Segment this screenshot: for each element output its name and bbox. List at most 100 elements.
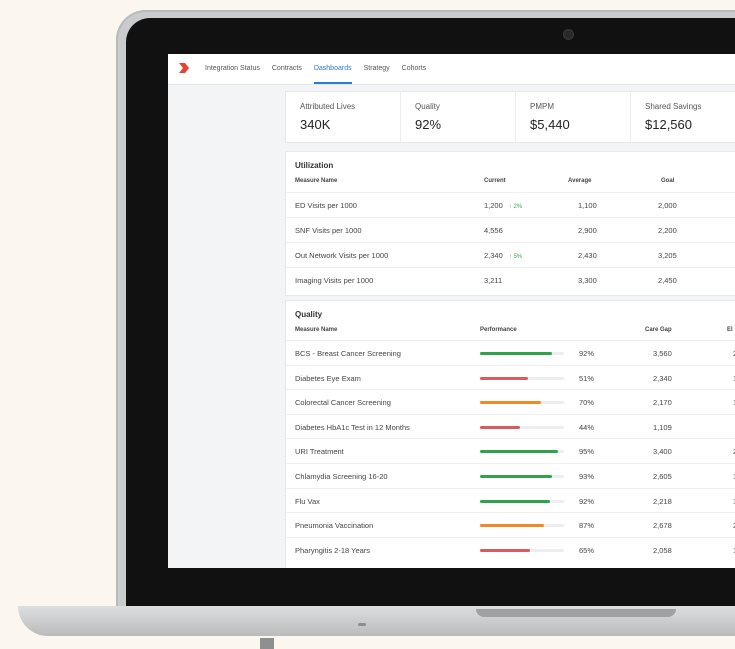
trend-up-badge: ↑ 5% (508, 254, 523, 260)
average-value: 3,300 (578, 276, 597, 285)
util-col-measure-name: Measure Name (295, 178, 338, 184)
quality-col-care-gap: Care Gap (645, 327, 672, 333)
goal-value: 3,205 (658, 251, 677, 260)
kpi-label: PMPM (530, 102, 554, 111)
app-screen: Integration Status Contracts Dashboards Str… (168, 54, 735, 568)
trend-up-badge: ↑ 2% (508, 204, 523, 210)
measure-name: Diabetes Eye Exam (295, 373, 361, 383)
table-row[interactable]: Diabetes Eye Exam51%2,3401 (286, 364, 735, 390)
care-gap-value: 3,400 (653, 447, 672, 457)
kpi-summary-card: Attributed Lives 340K Quality 92% PMPM $5,440… (285, 91, 735, 143)
current-value: 4,556 (484, 226, 503, 235)
performance-bar (480, 376, 564, 380)
care-gap-value: 2,678 (653, 521, 672, 531)
measure-name: SNF Visits per 1000 (295, 226, 362, 235)
webcam-icon (563, 29, 574, 40)
performance-bar (480, 425, 564, 429)
performance-percent: 95% (579, 447, 595, 457)
utilization-title: Utilization (295, 161, 334, 170)
average-value: 1,100 (578, 201, 597, 210)
performance-bar-fill (480, 425, 521, 429)
top-navigation: Integration Status Contracts Dashboards Str… (168, 54, 735, 85)
quality-panel: Quality Measure Name Performance Care Ga… (285, 300, 735, 568)
performance-bar-fill (480, 376, 528, 380)
performance-bar-fill (480, 352, 553, 355)
kpi-value: 92% (415, 117, 442, 132)
quality-col-performance: Performance (480, 327, 517, 333)
performance-bar-fill (480, 401, 542, 405)
table-row[interactable]: Diabetes HbA1c Test in 12 Months 44% 1,109 (286, 413, 735, 439)
measure-name: URI Treatment (295, 447, 344, 457)
current-cell: 1,200 ↑ 2% (484, 201, 522, 210)
performance-bar (480, 450, 564, 454)
care-gap-value: 2,058 (653, 545, 672, 555)
table-row[interactable]: Flu Vax92%2,2181 (286, 487, 735, 513)
measure-name: Diabetes HbA1c Test in 12 Months (295, 422, 410, 432)
tab-integration-status[interactable]: Integration Status (205, 54, 260, 82)
measure-name: Chlamydia Screening 16-20 (295, 472, 388, 481)
table-row[interactable]: URI Treatment95%3,4002 (286, 438, 735, 463)
table-row[interactable]: Pneumonia Vaccination87%2,6782 (286, 512, 735, 537)
current-cell: 4,556 (484, 226, 503, 235)
kpi-value: $12,560 (645, 117, 692, 132)
performance-bar-fill (480, 475, 553, 478)
measure-name: Colorectal Cancer Screening (295, 398, 391, 408)
nav-tab-list: Integration Status Contracts Dashboards Str… (205, 54, 426, 84)
performance-bar-fill (480, 548, 530, 552)
laptop-stand-shadow (260, 638, 274, 649)
quality-col-eligible: El (727, 327, 733, 333)
table-row[interactable]: ED Visits per 1000 1,200 ↑ 2% 1,100 2,000 (286, 192, 735, 217)
tab-dashboards[interactable]: Dashboards (313, 54, 352, 84)
kpi-tile: PMPM $5,440 (516, 92, 631, 142)
kpi-tile: Quality 92% (401, 92, 516, 142)
care-gap-value: 2,605 (653, 472, 672, 481)
utilization-panel: Utilization Measure Name Current Average… (285, 151, 735, 296)
chevron-logo-icon[interactable] (178, 62, 190, 74)
kpi-tile: Shared Savings $12,560 (631, 92, 735, 142)
goal-value: 2,450 (658, 276, 677, 285)
care-gap-value: 3,560 (653, 349, 672, 358)
performance-bar (480, 475, 564, 478)
table-row[interactable]: Colorectal Cancer Screening70%2,1701 (286, 389, 735, 414)
table-row[interactable]: BCS - Breast Cancer Screening92%3,5602 (286, 340, 735, 365)
current-cell: 3,211 (484, 276, 502, 285)
kpi-value: 340K (300, 117, 331, 132)
table-row[interactable]: SNF Visits per 1000 4,556 2,900 2,200 (286, 217, 735, 242)
table-row[interactable]: Chlamydia Screening 16-2093%2,6051 (286, 463, 735, 488)
table-row[interactable]: Pharyngitis 2-18 Years65%2,0581 (286, 536, 735, 562)
performance-bar-fill (480, 499, 550, 503)
performance-percent: 51% (579, 373, 595, 383)
goal-value: 2,000 (658, 201, 677, 210)
care-gap-value: 2,170 (653, 398, 672, 408)
quality-title: Quality (295, 310, 323, 319)
current-value: 2,340 (484, 251, 503, 260)
laptop-hinge (476, 609, 676, 617)
measure-name: Imaging Visits per 1000 (295, 276, 374, 285)
kpi-label: Shared Savings (645, 102, 702, 111)
performance-bar-fill (480, 450, 559, 454)
measure-name: Pharyngitis 2-18 Years (295, 545, 371, 555)
average-value: 2,430 (578, 251, 597, 260)
care-gap-value: 1,109 (653, 422, 672, 432)
tab-strategy[interactable]: Strategy (364, 54, 390, 82)
kpi-label: Attributed Lives (300, 102, 356, 111)
current-value: 1,200 (484, 201, 503, 210)
kpi-value: $5,440 (530, 117, 570, 132)
laptop-base-indicator (358, 623, 366, 626)
current-cell: 2,340 ↑ 5% (484, 251, 522, 260)
performance-bar (480, 352, 564, 355)
table-row[interactable]: Out Network Visits per 1000 2,340 ↑ 5% 2,43… (286, 242, 735, 267)
table-row[interactable]: Imaging Visits per 1000 3,211 3,300 2,450 (286, 267, 735, 292)
measure-name: Pneumonia Vaccination (295, 521, 374, 531)
measure-name: BCS - Breast Cancer Screening (295, 349, 401, 358)
util-col-average: Average (568, 178, 592, 184)
performance-bar (480, 548, 564, 552)
quality-col-measure-name: Measure Name (295, 327, 338, 333)
util-col-goal: Goal (661, 178, 675, 184)
performance-percent: 92% (579, 496, 595, 506)
tab-cohorts[interactable]: Cohorts (402, 54, 427, 82)
tab-contracts[interactable]: Contracts (272, 54, 302, 82)
performance-percent: 93% (579, 472, 595, 481)
performance-bar-fill (480, 524, 544, 528)
performance-bar (480, 524, 564, 528)
